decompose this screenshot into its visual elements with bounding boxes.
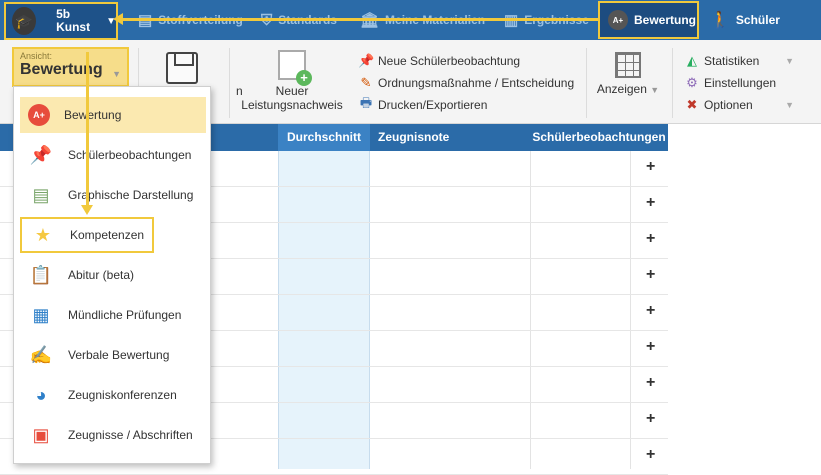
menu-item-kompetenzen[interactable]: ★ Kompetenzen <box>20 217 154 253</box>
class-selector-button[interactable]: 🎓 5b Kunst ▼ <box>4 2 118 40</box>
print-export-action[interactable]: 🖶 Drucken/Exportieren <box>358 94 574 116</box>
column-header-average[interactable]: Durchschnitt <box>278 124 370 151</box>
settings-menu[interactable]: ⚙ Einstellungen <box>684 72 794 94</box>
view-label: Ansicht: <box>20 51 53 61</box>
menu-item-verbale-bewertung[interactable]: ✍ Verbale Bewertung <box>20 337 206 373</box>
caret-down-icon: ▼ <box>112 69 121 79</box>
view-value: Bewertung <box>20 61 103 78</box>
star-icon: ★ <box>34 224 52 245</box>
disciplinary-action[interactable]: ✎ Ordnungsmaßnahme / Entscheidung <box>358 72 575 94</box>
menu-label: Einstellungen <box>704 76 777 90</box>
view-dropdown-menu: A+ Bewertung 📌 Schülerbeobachtungen ▤ Gr… <box>13 86 211 464</box>
menu-item-label: Mündliche Prüfungen <box>68 308 182 322</box>
add-observation-button[interactable]: + <box>646 266 655 284</box>
caret-down-icon: ▼ <box>785 100 794 110</box>
new-assessment-button[interactable]: Neuer Leistungsnachweis <box>240 50 344 112</box>
action-label: Ordnungsmaßnahme / Entscheidung <box>378 76 575 90</box>
students-icon: 🚶 <box>710 12 730 29</box>
annotation-arrowhead <box>81 205 93 215</box>
divider <box>229 48 230 118</box>
add-observation-button[interactable]: + <box>646 410 655 428</box>
menu-label: Statistiken <box>704 54 760 68</box>
action-label: Drucken/Exportieren <box>378 98 488 112</box>
handwriting-icon: ✍ <box>29 344 53 365</box>
new-assessment-label-1: Neuer <box>275 84 309 98</box>
annotation-arrow <box>86 52 89 212</box>
options-menu[interactable]: ✖ Optionen ▼ <box>684 94 794 116</box>
menu-item-muendliche-pruefungen[interactable]: ▦ Mündliche Prüfungen <box>20 297 206 333</box>
tools-icon: ✖ <box>686 97 698 112</box>
class-subject: Kunst <box>56 20 91 34</box>
add-observation-button[interactable]: + <box>646 374 655 392</box>
save-icon[interactable] <box>166 52 198 84</box>
add-observation-button[interactable]: + <box>646 302 655 320</box>
grade-a-plus-icon: A+ <box>608 10 628 30</box>
view-selector[interactable]: Ansicht: Bewertung ▼ <box>12 47 129 87</box>
display-label: Anzeigen <box>596 82 647 96</box>
menu-item-graphische-darstellung[interactable]: ▤ Graphische Darstellung <box>20 177 206 213</box>
new-observation-action[interactable]: 📌 Neue Schülerbeobachtung <box>358 50 574 72</box>
statistics-menu[interactable]: ◭ Statistiken ▼ <box>684 50 794 72</box>
area-chart-icon: ◭ <box>687 53 697 68</box>
nav-schueler[interactable]: 🚶 Schüler <box>710 0 780 40</box>
class-name: 5b Kunst <box>56 8 90 34</box>
caret-down-icon: ▼ <box>785 56 794 66</box>
grade-a-plus-icon: A+ <box>28 104 50 126</box>
pin-add-icon: 📌 <box>358 53 375 68</box>
grid-settings-icon <box>615 52 641 78</box>
certificate-icon: ▣ <box>32 424 50 445</box>
menu-item-label: Bewertung <box>64 108 122 122</box>
column-header-grade[interactable]: Zeugnisnote <box>378 124 449 151</box>
caret-down-icon: ▼ <box>650 85 660 95</box>
calendar-add-icon <box>278 50 312 86</box>
pin-icon: 📌 <box>29 144 53 165</box>
display-options-button[interactable]: Anzeigen ▼ <box>596 52 660 96</box>
divider <box>586 48 587 118</box>
add-observation-button[interactable]: + <box>646 338 655 356</box>
gavel-icon: ✎ <box>360 75 372 90</box>
podium-icon: ▦ <box>32 304 50 325</box>
new-assessment-label-2: Leistungsnachweis <box>241 98 343 112</box>
action-list: 📌 Neue Schülerbeobachtung ✎ Ordnungsmaßn… <box>358 50 574 116</box>
menu-item-label: Zeugniskonferenzen <box>68 388 177 402</box>
divider <box>672 48 673 118</box>
right-menu-list: ◭ Statistiken ▼ ⚙ Einstellungen ✖ Option… <box>684 50 794 116</box>
bar-chart-icon: ▤ <box>32 184 50 205</box>
menu-item-label: Verbale Bewertung <box>68 348 170 362</box>
gears-icon: ⚙ <box>686 75 698 90</box>
menu-item-schuelerbeobachtungen[interactable]: 📌 Schülerbeobachtungen <box>20 137 206 173</box>
add-observation-button[interactable]: + <box>646 194 655 212</box>
menu-label: Optionen <box>704 98 753 112</box>
nav-bewertung[interactable]: A+ Bewertung <box>598 1 699 39</box>
annotation-arrowhead <box>113 13 123 25</box>
menu-item-zeugniskonferenzen[interactable]: ◕ Zeugniskonferenzen <box>20 377 206 413</box>
action-label: Neue Schülerbeobachtung <box>378 54 521 68</box>
annotation-arrow <box>122 18 598 21</box>
clipboard-icon: 📋 <box>29 264 53 285</box>
empty-area <box>668 124 821 469</box>
menu-item-label: Abitur (beta) <box>68 268 135 282</box>
nav-label: Schüler <box>735 13 780 27</box>
add-observation-button[interactable]: + <box>646 158 655 176</box>
printer-icon: 🖶 <box>359 95 373 110</box>
graduation-cap-icon: 🎓 <box>12 7 37 35</box>
menu-item-label: Kompetenzen <box>70 228 145 242</box>
menu-item-abitur[interactable]: 📋 Abitur (beta) <box>20 257 206 293</box>
menu-item-bewertung[interactable]: A+ Bewertung <box>20 97 206 133</box>
add-observation-button[interactable]: + <box>646 446 655 464</box>
add-observation-button[interactable]: + <box>646 230 655 248</box>
nav-label: Bewertung <box>634 13 697 27</box>
menu-item-zeugnisse-abschriften[interactable]: ▣ Zeugnisse / Abschriften <box>20 417 206 453</box>
menu-item-label: Zeugnisse / Abschriften <box>68 428 193 442</box>
document-chart-icon: ◕ <box>35 384 47 405</box>
column-header-observations[interactable]: Schülerbeobachtungen <box>530 124 668 151</box>
